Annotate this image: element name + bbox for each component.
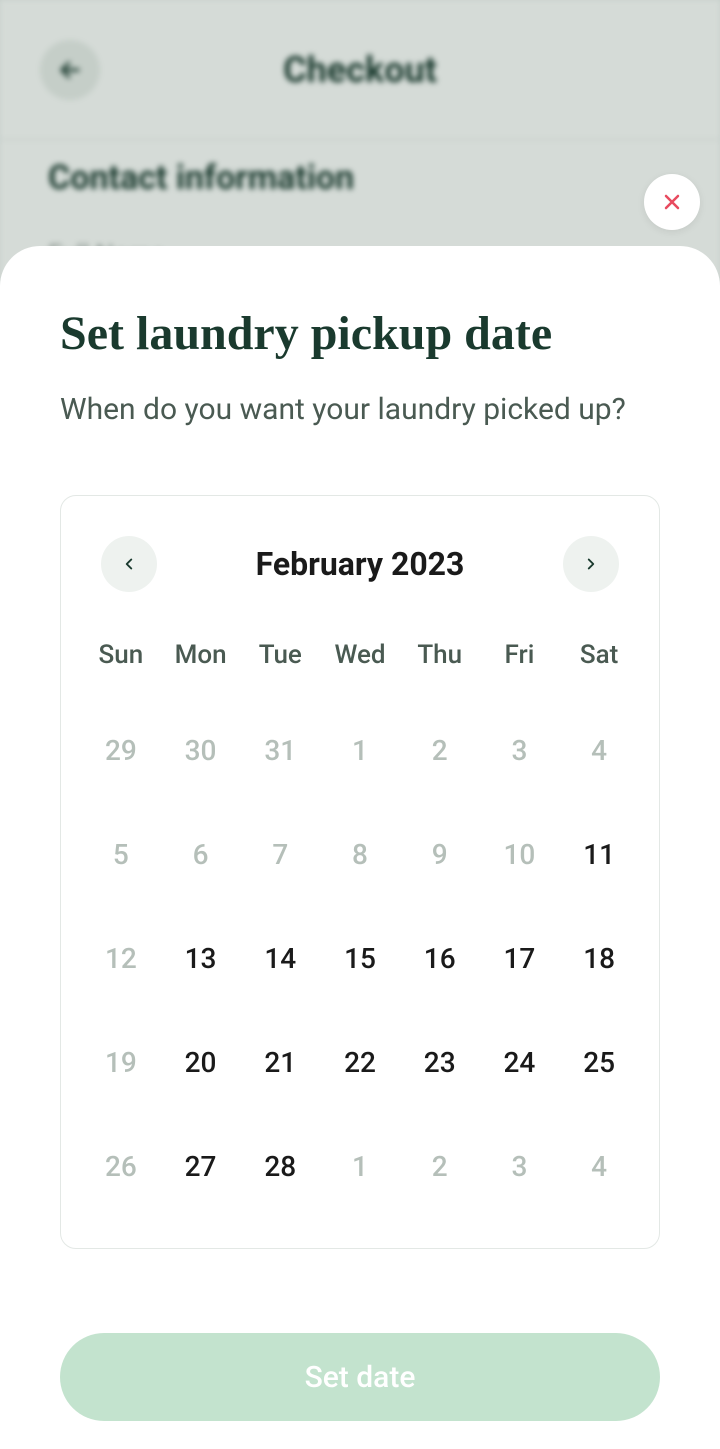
- calendar-dow: Fri: [480, 640, 560, 698]
- close-button[interactable]: [644, 174, 700, 230]
- calendar-day: 1: [320, 698, 400, 802]
- calendar-day: 2: [400, 1114, 480, 1218]
- calendar-day[interactable]: 27: [161, 1114, 241, 1218]
- calendar-day: 19: [81, 1010, 161, 1114]
- calendar-day: 30: [161, 698, 241, 802]
- calendar-day[interactable]: 25: [559, 1010, 639, 1114]
- chevron-right-icon: [582, 555, 600, 573]
- calendar-day[interactable]: 24: [480, 1010, 560, 1114]
- calendar-day: 6: [161, 802, 241, 906]
- chevron-left-icon: [120, 555, 138, 573]
- calendar-dow: Sat: [559, 640, 639, 698]
- prev-month-button[interactable]: [101, 536, 157, 592]
- calendar-month-label: February 2023: [256, 545, 465, 583]
- calendar-day: 31: [240, 698, 320, 802]
- calendar-day: 12: [81, 906, 161, 1010]
- calendar-day[interactable]: 16: [400, 906, 480, 1010]
- calendar-day[interactable]: 11: [559, 802, 639, 906]
- calendar-day: 1: [320, 1114, 400, 1218]
- close-icon: [660, 190, 684, 214]
- calendar-dow: Sun: [81, 640, 161, 698]
- calendar-day: 9: [400, 802, 480, 906]
- calendar-day[interactable]: 20: [161, 1010, 241, 1114]
- calendar-day: 26: [81, 1114, 161, 1218]
- calendar-day: 5: [81, 802, 161, 906]
- calendar-day[interactable]: 21: [240, 1010, 320, 1114]
- calendar-day: 2: [400, 698, 480, 802]
- calendar-day[interactable]: 28: [240, 1114, 320, 1218]
- calendar-day[interactable]: 23: [400, 1010, 480, 1114]
- set-date-button[interactable]: Set date: [60, 1333, 660, 1421]
- calendar-day: 29: [81, 698, 161, 802]
- calendar-day[interactable]: 14: [240, 906, 320, 1010]
- set-date-label: Set date: [305, 1360, 416, 1395]
- calendar-day: 3: [480, 698, 560, 802]
- calendar-header: February 2023: [81, 536, 639, 592]
- calendar-dow: Tue: [240, 640, 320, 698]
- sheet-subtitle: When do you want your laundry picked up?: [60, 389, 660, 431]
- calendar-day: 3: [480, 1114, 560, 1218]
- calendar-day: 7: [240, 802, 320, 906]
- calendar-dow: Wed: [320, 640, 400, 698]
- calendar-day: 10: [480, 802, 560, 906]
- section-heading: Contact information: [48, 158, 672, 198]
- calendar-day: 8: [320, 802, 400, 906]
- background-page: Checkout Contact information Full Name: [0, 0, 720, 260]
- background-header: Checkout: [0, 0, 720, 140]
- page-title: Checkout: [40, 49, 680, 91]
- calendar-day[interactable]: 18: [559, 906, 639, 1010]
- calendar-dow: Mon: [161, 640, 241, 698]
- calendar-grid: SunMonTueWedThuFriSat2930311234567891011…: [81, 640, 639, 1218]
- calendar-dow: Thu: [400, 640, 480, 698]
- calendar-day[interactable]: 17: [480, 906, 560, 1010]
- calendar-day: 4: [559, 1114, 639, 1218]
- calendar-day: 4: [559, 698, 639, 802]
- next-month-button[interactable]: [563, 536, 619, 592]
- calendar-day[interactable]: 15: [320, 906, 400, 1010]
- calendar: February 2023 SunMonTueWedThuFriSat29303…: [60, 495, 660, 1249]
- date-picker-sheet: Set laundry pickup date When do you want…: [0, 246, 720, 1449]
- sheet-title: Set laundry pickup date: [60, 306, 660, 361]
- calendar-day[interactable]: 13: [161, 906, 241, 1010]
- calendar-day[interactable]: 22: [320, 1010, 400, 1114]
